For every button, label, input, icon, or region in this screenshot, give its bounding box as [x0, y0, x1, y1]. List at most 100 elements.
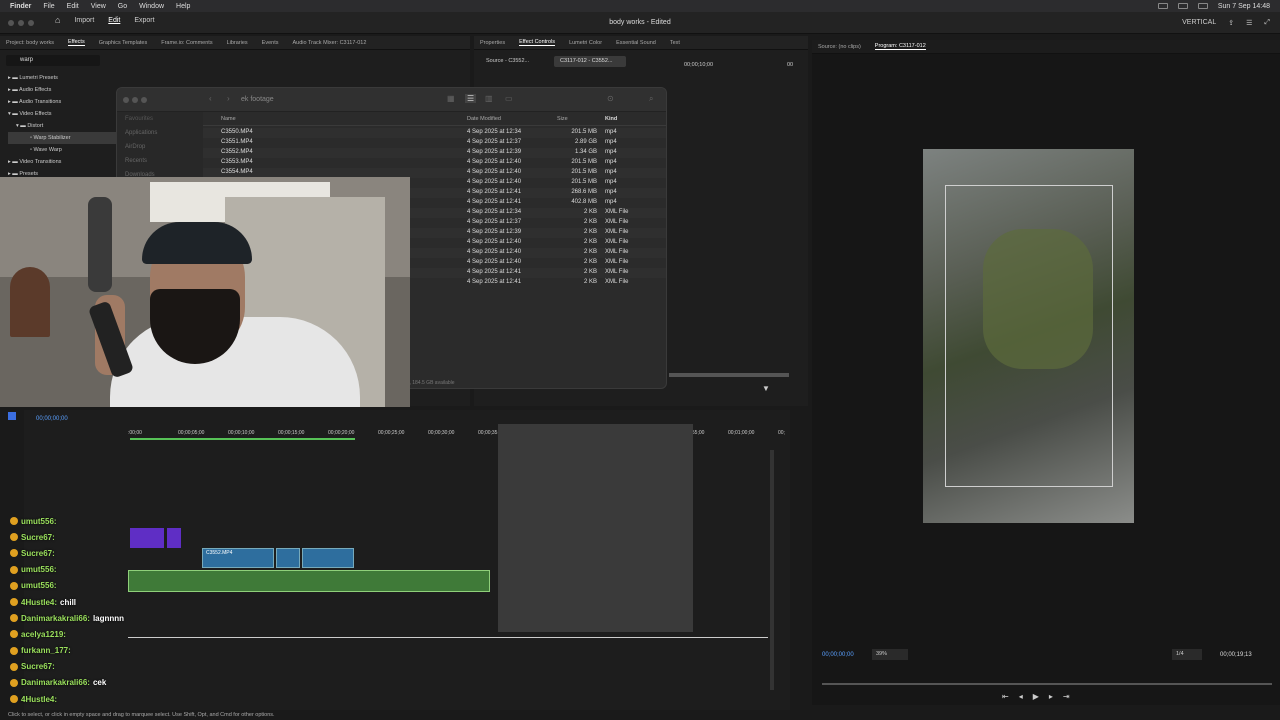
- tab-text[interactable]: Text: [670, 40, 680, 46]
- gallery-view-icon[interactable]: ▭: [505, 94, 513, 103]
- effects-search-input[interactable]: warp: [6, 55, 100, 66]
- file-size: 201.5 MB: [571, 129, 597, 135]
- chat-username[interactable]: furkann_177:: [21, 646, 71, 655]
- sequence-clip-selector[interactable]: C3117-012 - C3552...: [554, 56, 626, 67]
- video-clip[interactable]: [302, 548, 354, 568]
- chat-username[interactable]: Sucre67:: [21, 533, 55, 542]
- file-date: 4 Sep 2025 at 12:37: [467, 139, 522, 145]
- wifi-icon[interactable]: [1177, 3, 1188, 9]
- file-row[interactable]: C3550.MP4 4 Sep 2025 at 12:34 201.5 MB mp4: [203, 128, 666, 138]
- chat-username[interactable]: umut556:: [21, 565, 57, 574]
- finder-zoom-button[interactable]: [141, 97, 147, 103]
- menu-help[interactable]: Help: [176, 3, 190, 10]
- selection-tool-icon[interactable]: [8, 412, 16, 420]
- step-forward-icon[interactable]: ⇥: [1063, 692, 1070, 701]
- list-view-icon[interactable]: ☰: [465, 94, 477, 103]
- tree-video-transitions[interactable]: ▸ ▬ Video Transitions: [8, 156, 116, 168]
- tab-source-monitor[interactable]: Source: (no clips): [818, 44, 861, 50]
- file-row[interactable]: C3552.MP4 4 Sep 2025 at 12:39 1.34 GB mp4: [203, 148, 666, 158]
- chat-username[interactable]: Danimarkakrali66:: [21, 678, 90, 687]
- icon-view-icon[interactable]: ▦: [447, 94, 455, 103]
- expand-icon[interactable]: ⤢: [1264, 19, 1270, 27]
- tab-effects[interactable]: Effects: [68, 39, 85, 46]
- frame-forward-icon[interactable]: ▸: [1049, 692, 1053, 701]
- tab-program-monitor[interactable]: Program: C3117-012: [874, 43, 926, 50]
- finder-search-icon[interactable]: ⌕: [649, 94, 653, 104]
- finder-minimize-button[interactable]: [132, 97, 138, 103]
- menu-file[interactable]: File: [43, 3, 54, 10]
- back-icon[interactable]: ‹: [209, 94, 212, 103]
- video-clip-purple[interactable]: [167, 528, 181, 548]
- battery-icon[interactable]: [1157, 3, 1168, 9]
- video-clip[interactable]: C3552.MP4: [202, 548, 274, 568]
- menu-icon[interactable]: ☰: [1246, 19, 1252, 27]
- effect-controls-scroll[interactable]: [669, 373, 789, 377]
- chat-username[interactable]: Sucre67:: [21, 662, 55, 671]
- tab-frameio[interactable]: Frame.io: Comments: [161, 40, 212, 46]
- col-size[interactable]: Size: [557, 116, 568, 122]
- sidebar-item-airdrop[interactable]: AirDrop: [117, 140, 203, 154]
- col-date[interactable]: Date Modified: [467, 116, 501, 122]
- timeline-timecode[interactable]: 00;00;00;00: [36, 416, 68, 422]
- tab-graphics-templates[interactable]: Graphics Templates: [99, 40, 148, 46]
- column-view-icon[interactable]: ▥: [485, 94, 493, 103]
- video-clip[interactable]: [276, 548, 300, 568]
- video-clip-purple[interactable]: [150, 528, 164, 548]
- chat-username[interactable]: 4Hustle4:: [21, 598, 57, 607]
- play-icon[interactable]: ▶: [1033, 692, 1039, 701]
- sidebar-item-applications[interactable]: Applications: [117, 126, 203, 140]
- tree-video-effects[interactable]: ▾ ▬ Video Effects: [8, 108, 116, 120]
- share-icon[interactable]: ⇪: [1228, 19, 1234, 27]
- tree-distort[interactable]: ▾ ▬ Distort: [8, 120, 116, 132]
- chat-username[interactable]: umut556:: [21, 581, 57, 590]
- tab-audio-mixer[interactable]: Audio Track Mixer: C3117-012: [293, 40, 367, 46]
- more-icon[interactable]: ⊙: [607, 94, 614, 103]
- forward-icon[interactable]: ›: [227, 94, 230, 103]
- finder-close-button[interactable]: [123, 97, 129, 103]
- ruler-tick-label: 00;00;25;00: [378, 430, 405, 436]
- quality-select[interactable]: 1/4: [1172, 649, 1202, 660]
- filter-icon[interactable]: ▼: [762, 384, 770, 393]
- step-back-icon[interactable]: ⇤: [1002, 692, 1009, 701]
- tab-project[interactable]: Project: body works: [6, 40, 54, 46]
- file-row[interactable]: C3551.MP4 4 Sep 2025 at 12:37 2.89 GB mp4: [203, 138, 666, 148]
- tree-audio-transitions[interactable]: ▸ ▬ Audio Transitions: [8, 96, 116, 108]
- tab-essential-sound[interactable]: Essential Sound: [616, 40, 656, 46]
- tree-audio-effects[interactable]: ▸ ▬ Audio Effects: [8, 84, 116, 96]
- source-clip-label[interactable]: Source - C3552...: [486, 58, 529, 64]
- col-name[interactable]: Name: [221, 116, 236, 122]
- file-date: 4 Sep 2025 at 12:40: [467, 239, 522, 245]
- chat-username[interactable]: acelya1219:: [21, 630, 66, 639]
- menu-edit[interactable]: Edit: [67, 3, 79, 10]
- menu-window[interactable]: Window: [139, 3, 164, 10]
- tab-effect-controls[interactable]: Effect Controls: [519, 39, 556, 46]
- tree-warp-stabilizer[interactable]: ▫ Warp Stabilizer: [8, 132, 116, 144]
- menu-go[interactable]: Go: [118, 3, 127, 10]
- app-menu[interactable]: Finder: [10, 3, 31, 10]
- chat-username[interactable]: Sucre67:: [21, 549, 55, 558]
- program-scrubber[interactable]: [822, 683, 1272, 685]
- menu-view[interactable]: View: [91, 3, 106, 10]
- program-timecode[interactable]: 00;00;00;00: [822, 652, 854, 658]
- timeline-scrollbar[interactable]: [770, 450, 774, 690]
- frame-back-icon[interactable]: ◂: [1019, 692, 1023, 701]
- file-row[interactable]: C3553.MP4 4 Sep 2025 at 12:40 201.5 MB mp4: [203, 158, 666, 168]
- chat-username[interactable]: Danimarkakrali66:: [21, 614, 90, 623]
- tab-events[interactable]: Events: [262, 40, 279, 46]
- tree-lumetri-presets[interactable]: ▸ ▬ Lumetri Presets: [8, 72, 116, 84]
- tab-lumetri-color[interactable]: Lumetri Color: [569, 40, 602, 46]
- chat-message: umut556:: [10, 578, 150, 594]
- program-video-frame[interactable]: [923, 149, 1134, 523]
- zoom-select[interactable]: 39%: [872, 649, 908, 660]
- tab-libraries[interactable]: Libraries: [227, 40, 248, 46]
- tab-properties[interactable]: Properties: [480, 40, 505, 46]
- clock[interactable]: Sun 7 Sep 14:48: [1218, 3, 1270, 10]
- audio-clip[interactable]: [128, 570, 490, 592]
- chat-username[interactable]: umut556:: [21, 517, 57, 526]
- tree-wave-warp[interactable]: ▫ Wave Warp: [8, 144, 116, 156]
- sidebar-item-recents[interactable]: Recents: [117, 154, 203, 168]
- col-kind[interactable]: Kind: [605, 116, 617, 122]
- chat-username[interactable]: 4Hustle4:: [21, 695, 57, 704]
- workspace-label[interactable]: VERTICAL: [1182, 19, 1216, 27]
- control-center-icon[interactable]: [1197, 3, 1208, 9]
